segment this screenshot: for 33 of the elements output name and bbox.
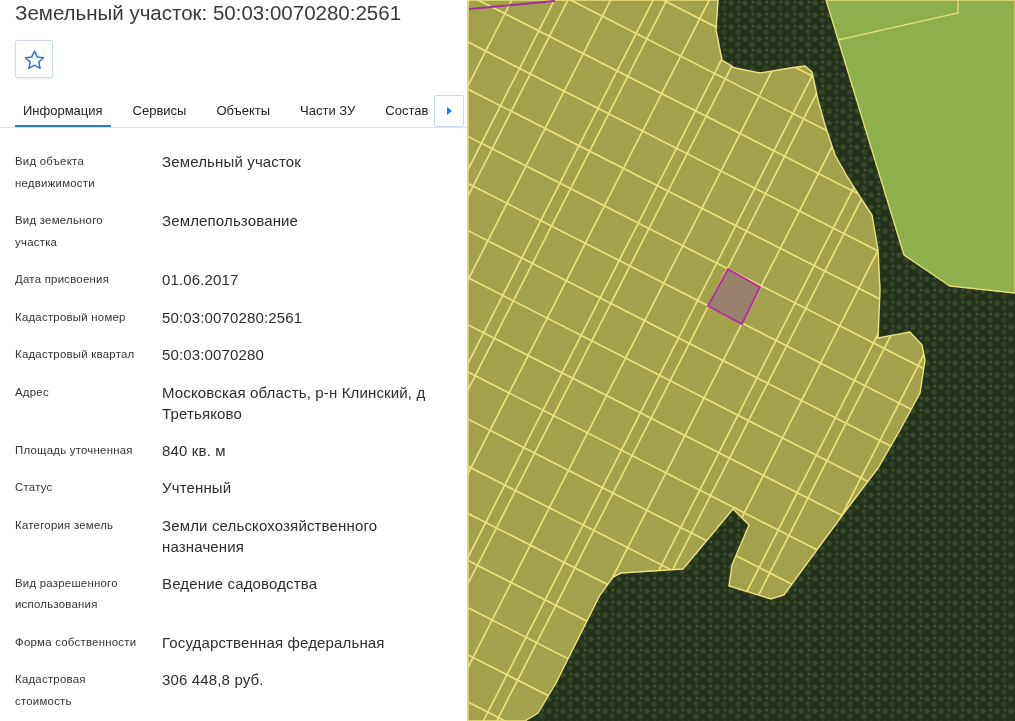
tab[interactable]: Части ЗУ [292,96,364,127]
field-value: Земли сельскохозяйственного назначения [162,515,379,557]
caret-right-icon [446,107,452,115]
field-value: Государственная федеральная [162,632,385,653]
field-label: Вид объекта недвижимости [15,154,96,191]
field-label: Вид разрешенного использования [15,575,119,612]
field-value: Землепользование [162,211,299,231]
field-label: Вид земельного участка [15,213,104,250]
field-label: Форма собственности [15,634,137,650]
field-label: Дата присвоения [15,272,110,287]
field-label: Кадастровый квартал [15,347,135,362]
field-value: Московская область, р-н Клинский, д Третьяково [162,382,427,424]
field-label: Статус [15,480,53,495]
field-value: 840 кв. м [162,440,226,461]
field-value: 50:03:0070280 [162,345,265,365]
field-value: Земельный участок [162,152,302,172]
favorite-button[interactable] [15,40,53,78]
tab[interactable]: Информация [15,96,111,127]
field-value: 01.06.2017 [162,270,239,290]
field-label: Адрес [15,384,49,400]
field-label: Кадастровый номер [15,309,126,325]
tab[interactable]: Состав [377,96,432,127]
field-label: Кадастровая стоимость [15,672,87,709]
field-label: Категория земель [15,517,114,533]
selected-parcel [706,267,762,326]
tab[interactable]: Сервисы [124,96,195,127]
page-title: Земельный участок: 50:03:0070280:2561 [15,0,402,26]
field-label: Площадь уточненная [15,442,133,458]
tab[interactable]: Объекты [208,96,279,127]
field-value: Учтенный [162,478,232,498]
field-value: Ведение садоводства [162,573,318,594]
field-value: 306 448,8 руб. [162,670,264,690]
field-value: 50:03:0070280:2561 [162,307,303,328]
